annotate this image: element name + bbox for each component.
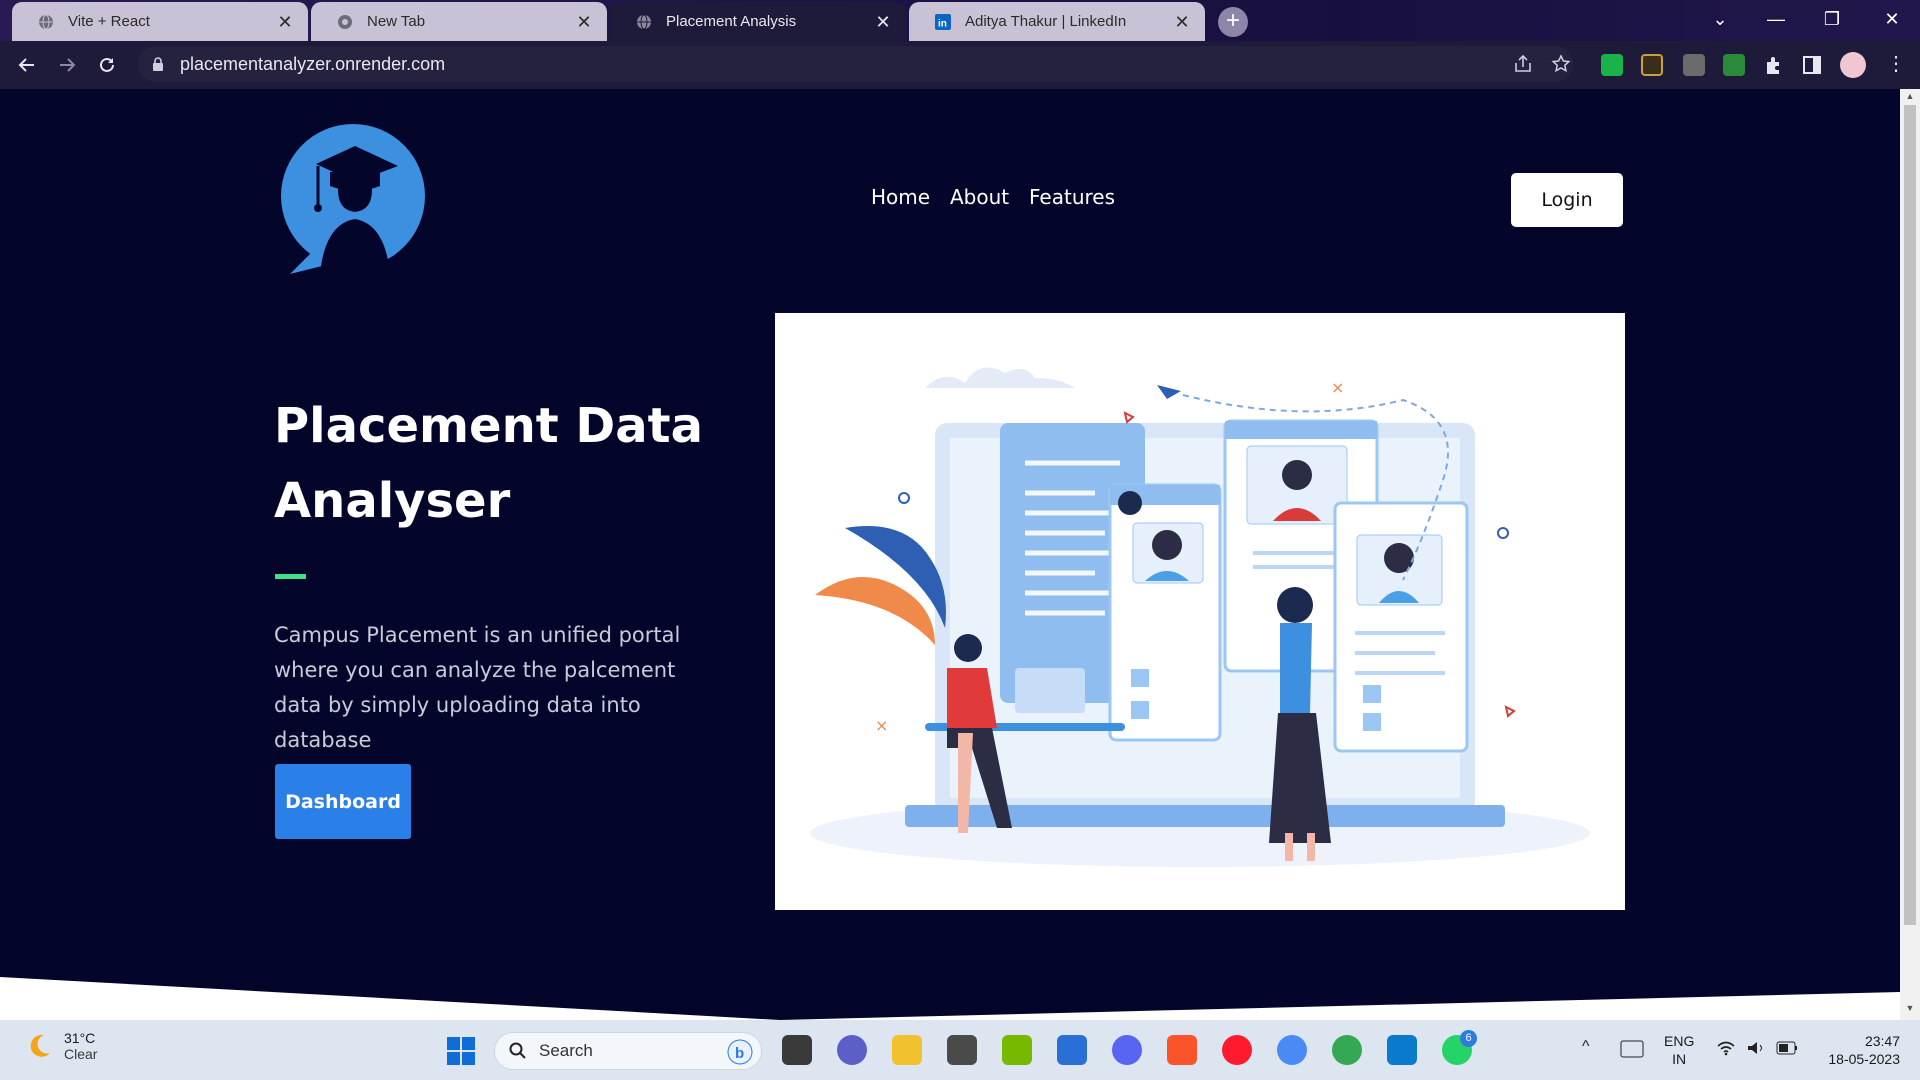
lock-icon[interactable] [152,57,164,71]
menu-icon[interactable]: ⋮ [1886,51,1906,76]
reload-icon[interactable] [91,49,123,81]
share-icon[interactable] [1513,55,1533,73]
minimize-button[interactable]: — [1748,0,1804,38]
weather-temp: 31°C [64,1030,96,1046]
language-code: ENG [1664,1033,1695,1049]
windows-start-icon[interactable] [446,1036,476,1066]
webpage: Home About Features Login Placement Data… [0,89,1900,1020]
nav-home-link[interactable]: Home [871,185,930,209]
globe-icon [637,14,651,29]
hero-title: Placement Data Analyser [274,398,703,529]
tab-title: Vite + React [68,13,150,30]
nav-features-link[interactable]: Features [1029,185,1115,209]
nvidia-icon[interactable] [1002,1035,1032,1065]
opera-icon[interactable] [1222,1035,1252,1065]
new-tab-button[interactable]: + [1218,7,1248,37]
store-icon[interactable] [1057,1035,1087,1065]
weather-widget[interactable]: 31°C Clear [24,1030,97,1062]
svg-text:in: in [938,18,947,29]
tab-search-button[interactable]: ⌄ [1692,0,1748,38]
close-icon[interactable]: ✕ [276,13,294,31]
moon-icon [30,1034,50,1057]
chrome-icon[interactable] [1332,1035,1362,1065]
forward-icon[interactable] [51,49,83,81]
login-button[interactable]: Login [1511,173,1623,227]
tab-title: New Tab [367,13,426,30]
close-window-button[interactable]: ✕ [1864,0,1920,38]
maximize-button[interactable]: ❐ [1804,0,1860,38]
region-code: IN [1672,1051,1687,1067]
chrome-profile-icon[interactable] [1277,1035,1307,1065]
profile-icon[interactable] [1840,52,1866,78]
search-label: Search [539,1041,593,1060]
tab-title: Aditya Thakur | LinkedIn [965,13,1127,30]
sublime-icon[interactable] [947,1035,977,1065]
nav-about-link[interactable]: About [950,185,1009,209]
brave-icon[interactable] [1167,1035,1197,1065]
hero-description: Campus Placement is an unified portal wh… [274,623,681,752]
linkedin-icon: in [935,13,951,30]
language-indicator[interactable]: ENG IN [1664,1032,1694,1068]
discord-icon[interactable] [1112,1035,1142,1065]
sidepanel-icon[interactable] [1802,55,1822,75]
svg-text:×: × [875,716,888,735]
clock-date: 18-05-2023 [1828,1051,1900,1067]
file-explorer-icon[interactable] [892,1035,922,1065]
tab-title: Placement Analysis [666,13,797,30]
vscode-icon[interactable] [1387,1035,1417,1065]
chevron-up-icon[interactable]: ^ [1582,1038,1590,1056]
extension-off-icon[interactable] [1683,54,1705,76]
teams-icon[interactable] [837,1035,867,1065]
recruitment-illustration: × × [775,313,1625,910]
extension-chart-icon[interactable] [1723,54,1745,76]
bottom-wave [0,977,1900,1020]
browser-toolbar: placementanalyzer.onrender.com ⋮ [0,41,1920,89]
wifi-icon[interactable] [1716,1040,1736,1056]
url-text[interactable]: placementanalyzer.onrender.com [180,54,445,75]
globe-icon [39,14,53,29]
search-icon [509,1042,526,1059]
windows-taskbar: 31°C Clear Search b 6 ^ ENG IN 23:47 18-… [0,1020,1920,1080]
battery-icon[interactable] [1776,1041,1798,1055]
browser-tab-strip: Vite + React ✕ New Tab ✕ Placement Analy… [0,0,1920,41]
close-icon[interactable]: ✕ [575,13,593,31]
clock[interactable]: 23:47 18-05-2023 [1816,1032,1900,1068]
tab-new-tab[interactable]: New Tab ✕ [311,2,607,41]
tab-placement-analysis[interactable]: Placement Analysis ✕ [610,2,906,41]
tab-linkedin[interactable]: in Aditya Thakur | LinkedIn ✕ [909,2,1205,41]
graduate-logo-icon[interactable] [280,124,430,274]
dashboard-button[interactable]: Dashboard [275,764,411,839]
extension-green-icon[interactable] [1601,54,1623,76]
chrome-icon [338,14,352,29]
extension-lh-icon[interactable] [1641,54,1663,76]
close-icon[interactable]: ✕ [1173,13,1191,31]
bing-icon[interactable]: b [727,1039,753,1065]
task-view-icon[interactable] [782,1035,812,1065]
clock-time: 23:47 [1864,1033,1900,1049]
weather-condition: Clear [64,1046,98,1062]
taskbar-search[interactable]: Search b [494,1032,762,1070]
extensions-icon[interactable] [1763,54,1785,76]
page-scrollbar[interactable]: ▲ ▼ [1900,89,1920,1020]
scrollbar-thumb[interactable] [1904,105,1916,925]
svg-text:×: × [1331,378,1344,397]
volume-icon[interactable] [1746,1040,1766,1056]
svg-text:b: b [735,1045,744,1062]
keyboard-icon[interactable] [1620,1040,1644,1058]
whatsapp-badge: 6 [1460,1030,1477,1047]
close-icon[interactable]: ✕ [874,13,892,31]
scroll-up-icon[interactable]: ▲ [1904,91,1916,101]
address-bar[interactable]: placementanalyzer.onrender.com [138,46,1573,82]
tab-vite-react[interactable]: Vite + React ✕ [12,2,308,41]
accent-divider [275,574,306,579]
back-icon[interactable] [11,49,43,81]
scroll-down-icon[interactable]: ▼ [1904,1003,1916,1013]
star-icon[interactable] [1551,54,1571,74]
